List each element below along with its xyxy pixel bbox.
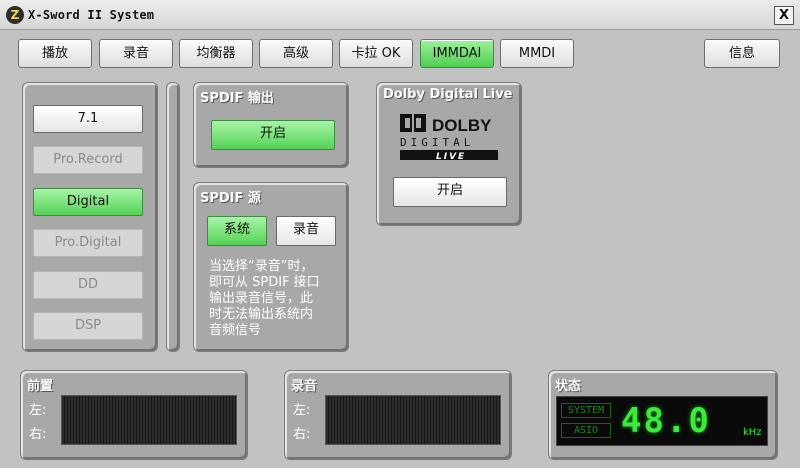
front-left-label: 左:	[29, 403, 47, 418]
mode-button-digital[interactable]: Digital	[33, 188, 143, 216]
spdif-note-line: 输出录音信号，此	[209, 291, 314, 306]
spdif-note-line: 即可从 SPDIF 接口	[209, 275, 320, 290]
dolby-logo-d-left-inner	[405, 118, 410, 128]
status-system-tag: SYSTEM	[561, 403, 611, 418]
mode-button-pro-digital[interactable]: Pro.Digital	[33, 229, 143, 257]
spdif-source-record-button[interactable]: 录音	[276, 216, 336, 246]
sample-rate-value: 48.0	[621, 401, 711, 441]
info-button[interactable]: 信息	[704, 39, 780, 68]
tab-advanced[interactable]: 高级	[259, 39, 333, 68]
spdif-output-enable-button[interactable]: 开启	[211, 120, 335, 150]
dolby-logo-word: DOLBY	[432, 116, 492, 135]
dolby-digital-live-logo: DOLBY DIGITAL LIVE	[400, 114, 498, 162]
spdif-source-system-button[interactable]: 系统	[207, 216, 267, 246]
spdif-note-line: 当选择“录音”时，	[209, 259, 314, 274]
spdif-source-panel: SPDIF 源 系统 录音 当选择“录音”时， 即可从 SPDIF 接口 输出录…	[193, 182, 349, 352]
tab-playback[interactable]: 播放	[18, 39, 92, 68]
mode-button-pro-record[interactable]: Pro.Record	[33, 146, 143, 174]
tab-karaoke[interactable]: 卡拉 OK	[339, 39, 413, 68]
mode-panel: 7.1 Pro.Record Digital Pro.Digital DD DS…	[22, 82, 158, 352]
tab-equalizer[interactable]: 均衡器	[179, 39, 253, 68]
status-title: 状态	[555, 379, 582, 394]
mode-button-dd[interactable]: DD	[33, 271, 143, 299]
status-asio-tag: ASIO	[561, 423, 611, 438]
spdif-output-panel: SPDIF 输出 开启	[193, 82, 349, 168]
front-title: 前置	[27, 379, 54, 394]
spdif-source-title: SPDIF 源	[200, 191, 261, 206]
dolby-logo-digital: DIGITAL	[400, 136, 474, 149]
spdif-source-note: 当选择“录音”时， 即可从 SPDIF 接口 输出录音信号，此 时无法输出系统内…	[209, 259, 320, 339]
mode-button-71[interactable]: 7.1	[33, 105, 143, 133]
front-panel: 前置 左: 右:	[20, 370, 248, 460]
title-bar[interactable]: Z X-Sword II System X	[0, 0, 800, 30]
app-logo-icon: Z	[6, 6, 24, 24]
record-left-label: 左:	[293, 403, 311, 418]
record-panel: 录音 左: 右:	[284, 370, 512, 460]
app-window: Z X-Sword II System X 播放 录音 均衡器 高级 卡拉 OK…	[0, 0, 800, 468]
panel-divider	[166, 82, 180, 352]
dolby-logo-live: LIVE	[436, 152, 466, 162]
record-title: 录音	[291, 379, 318, 394]
window-title: X-Sword II System	[28, 8, 155, 22]
record-right-label: 右:	[293, 427, 311, 442]
dolby-logo-d-right-inner	[416, 118, 421, 128]
spdif-note-line: 音频信号	[209, 323, 262, 338]
dolby-enable-button[interactable]: 开启	[393, 177, 507, 207]
status-display: SYSTEM ASIO 48.0 kHz	[556, 396, 768, 446]
dolby-title: Dolby Digital Live	[383, 87, 513, 102]
close-button[interactable]: X	[774, 6, 794, 25]
record-level-meter	[325, 395, 501, 445]
sample-rate-unit: kHz	[743, 427, 762, 438]
front-right-label: 右:	[29, 427, 47, 442]
spdif-note-line: 时无法输出系统内	[209, 307, 314, 322]
mode-button-dsp[interactable]: DSP	[33, 312, 143, 340]
front-level-meter	[61, 395, 237, 445]
tab-record[interactable]: 录音	[99, 39, 173, 68]
tab-mmdi[interactable]: MMDI	[500, 39, 574, 68]
spdif-output-title: SPDIF 输出	[200, 91, 274, 106]
tab-immdai[interactable]: IMMDAI	[420, 39, 494, 68]
